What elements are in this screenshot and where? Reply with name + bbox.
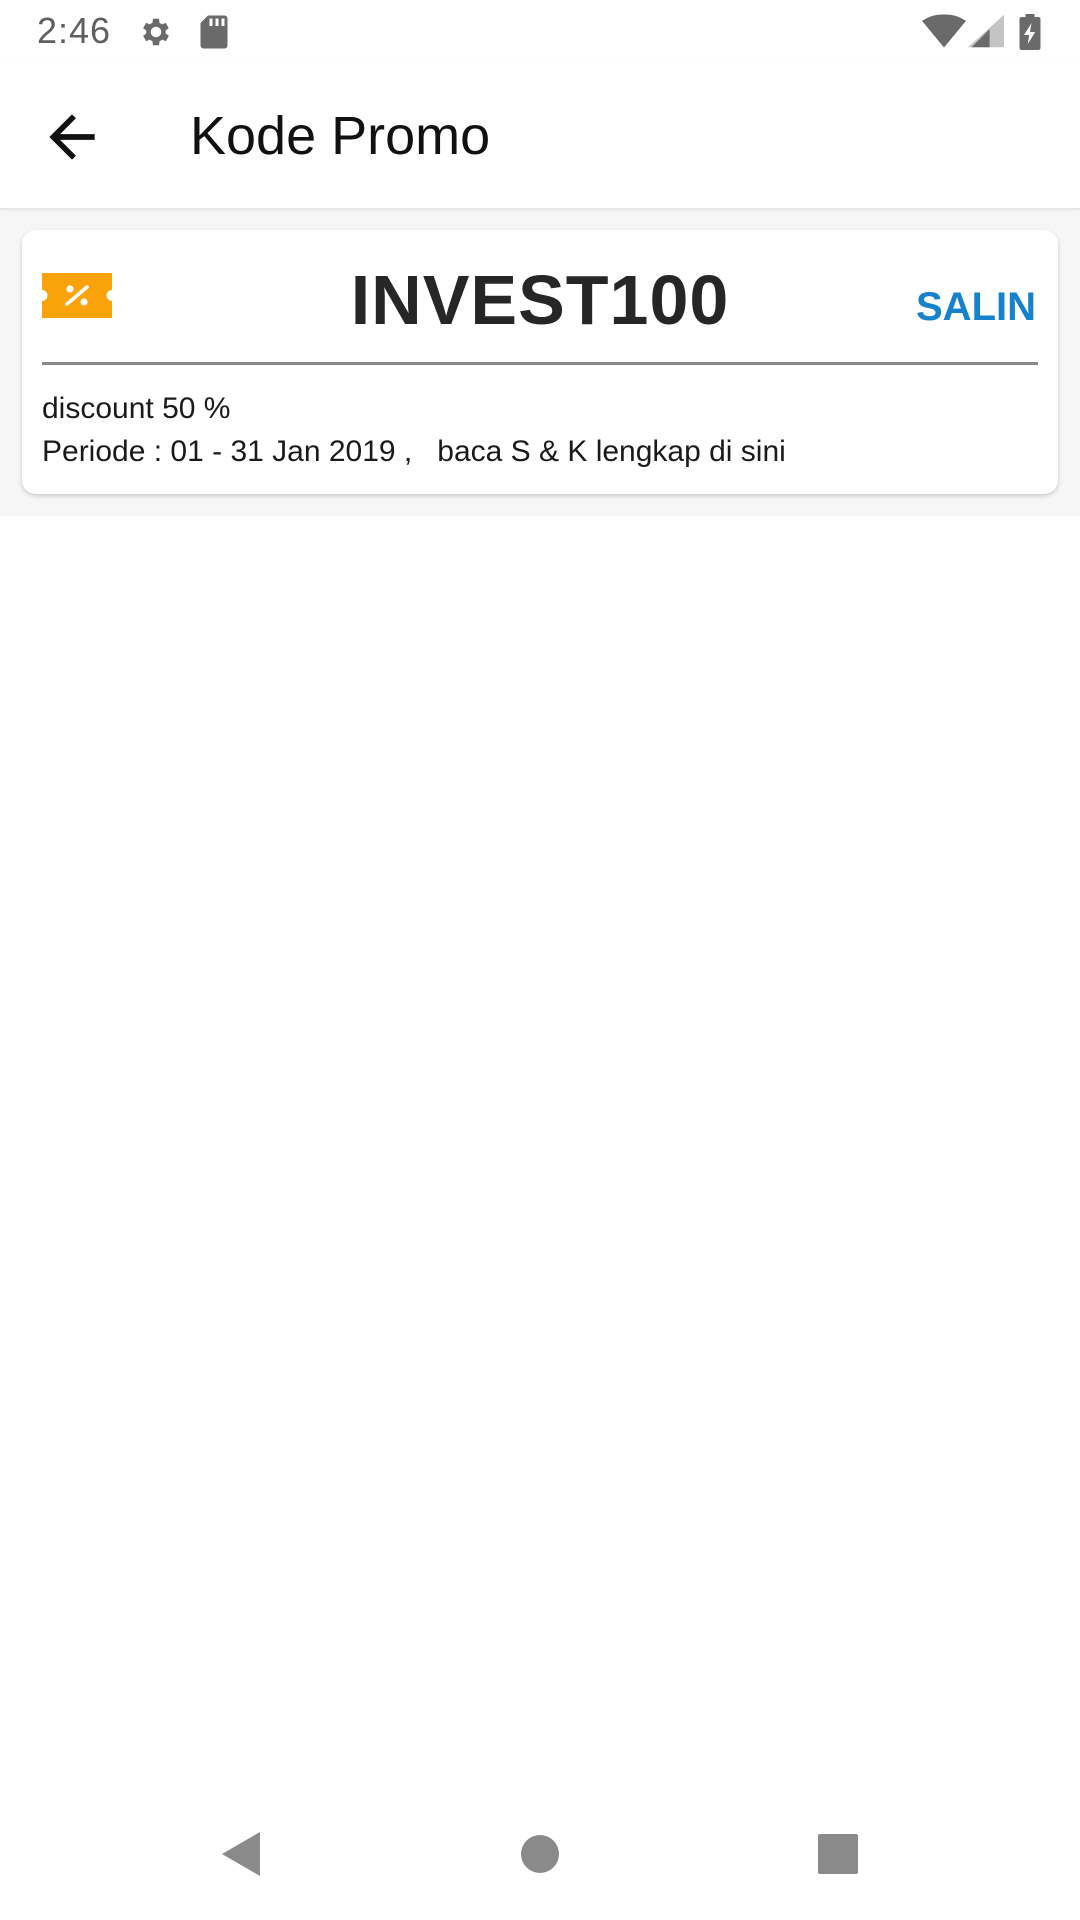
settings-icon <box>138 14 174 50</box>
page-title: Kode Promo <box>190 106 491 166</box>
app-bar: Kode Promo <box>0 63 1080 210</box>
wifi-icon <box>922 14 966 48</box>
card-divider <box>42 362 1038 365</box>
nav-home-button[interactable] <box>510 1824 570 1884</box>
cell-signal-icon <box>968 14 1004 48</box>
period-text: Periode : 01 - 31 Jan 2019 , <box>42 435 438 468</box>
promo-description: discount 50 % <box>42 392 231 425</box>
battery-charging-icon <box>1018 14 1042 50</box>
navigation-bar <box>0 1790 1080 1920</box>
promo-card[interactable]: INVEST100 SALIN discount 50 % Periode : … <box>22 230 1058 494</box>
sd-card-icon <box>198 14 230 50</box>
promo-period: Periode : 01 - 31 Jan 2019 , baca S & K … <box>42 435 786 469</box>
promo-code: INVEST100 <box>350 261 730 339</box>
nav-back-button[interactable] <box>210 1824 270 1884</box>
nav-recents-button[interactable] <box>808 1824 868 1884</box>
status-bar: 2:46 <box>0 0 1080 63</box>
copy-button[interactable]: SALIN <box>916 285 1036 330</box>
status-time: 2:46 <box>37 10 112 51</box>
promo-list: INVEST100 SALIN discount 50 % Periode : … <box>0 212 1080 516</box>
arrow-back-icon <box>49 114 95 160</box>
nav-home-icon <box>521 1835 559 1873</box>
terms-link[interactable]: baca S & K lengkap di sini <box>437 435 786 468</box>
nav-back-icon <box>222 1832 260 1876</box>
back-button[interactable] <box>30 95 114 179</box>
nav-recents-icon <box>818 1834 858 1874</box>
